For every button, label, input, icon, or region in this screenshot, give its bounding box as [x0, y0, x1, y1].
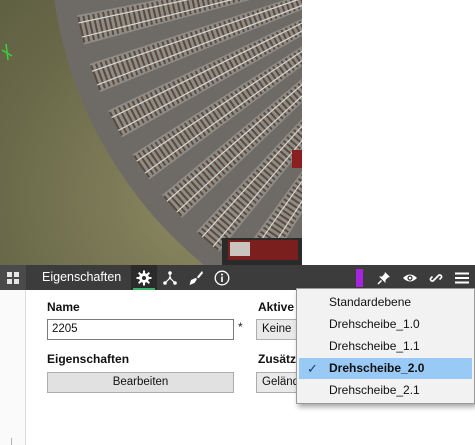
- zusatz-label: Zusätz: [258, 352, 297, 366]
- layer-color-marker: [356, 268, 363, 287]
- eigenschaften-label: Eigenschaften: [47, 352, 130, 366]
- name-field[interactable]: 2205: [47, 319, 234, 340]
- gear-icon[interactable]: [131, 265, 158, 290]
- dropdown-item-label: Drehscheibe_1.0: [329, 317, 420, 331]
- panel-side-strip: [0, 290, 26, 445]
- dropdown-item[interactable]: Drehscheibe_2.1: [299, 380, 472, 401]
- dropdown-item-selected[interactable]: ✓ Drehscheibe_2.0: [299, 358, 472, 379]
- dropdown-item-label: Drehscheibe_1.1: [329, 339, 420, 353]
- 3d-viewport[interactable]: [0, 0, 302, 265]
- panel-title: Eigenschaften: [42, 270, 122, 284]
- name-label: Name: [47, 300, 80, 314]
- dropdown-item-label: Drehscheibe_2.1: [329, 383, 420, 397]
- checkmark-icon: ✓: [307, 361, 318, 376]
- required-mark: *: [238, 320, 243, 334]
- dropdown-item-label: Standardebene: [329, 295, 412, 309]
- bearbeiten-button[interactable]: Bearbeiten: [47, 372, 234, 393]
- properties-toolbar: Eigenschaften: [0, 265, 475, 290]
- dropdown-item[interactable]: Drehscheibe_1.1: [299, 336, 472, 357]
- menu-icon[interactable]: [449, 265, 475, 290]
- grid-icon[interactable]: [0, 265, 26, 290]
- aktive-ebene-label: Aktive: [258, 300, 295, 314]
- info-icon[interactable]: [209, 265, 235, 290]
- link-icon[interactable]: [423, 265, 449, 290]
- object-tree-icon[interactable]: [157, 265, 183, 290]
- pin-icon[interactable]: [371, 265, 397, 290]
- eye-icon[interactable]: [397, 265, 423, 290]
- viewport-blank-area: [302, 0, 475, 265]
- turntable-tracks-scene: [1, 0, 302, 265]
- dropdown-item[interactable]: Drehscheibe_1.0: [299, 314, 472, 335]
- brush-icon[interactable]: [183, 265, 209, 290]
- layer-dropdown-list: Standardebene Drehscheibe_1.0 Drehscheib…: [296, 288, 475, 404]
- dropdown-item-label: Drehscheibe_2.0: [329, 361, 425, 375]
- dropdown-item[interactable]: Standardebene: [299, 292, 472, 313]
